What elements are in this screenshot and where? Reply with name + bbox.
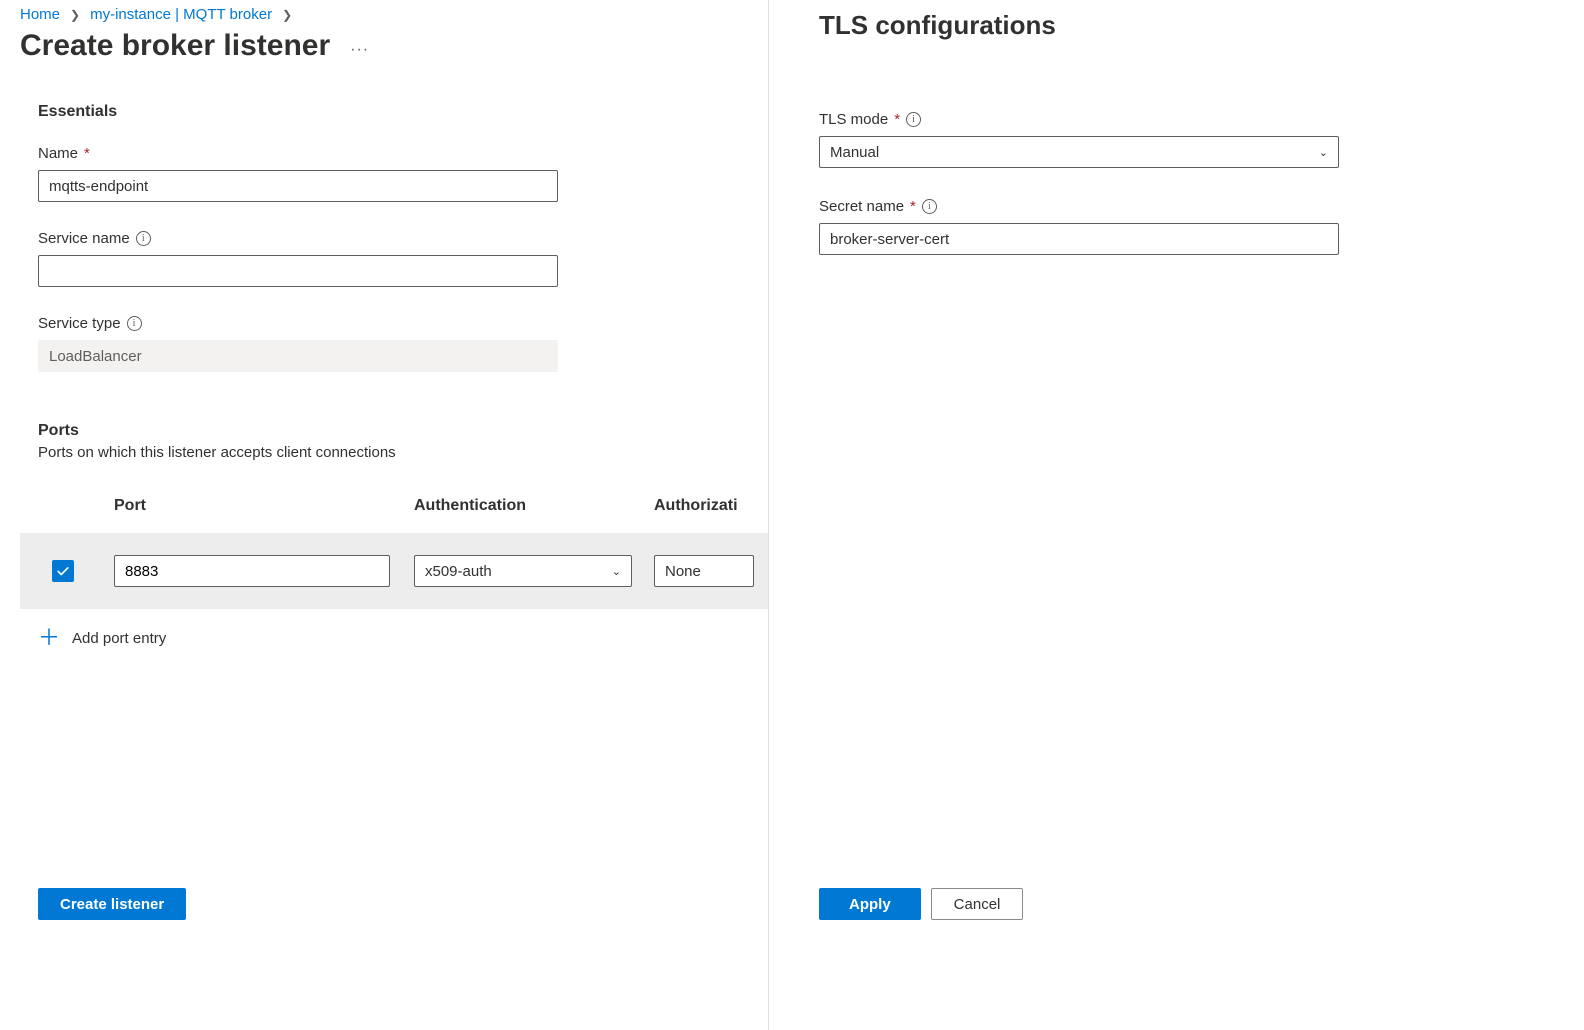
chevron-right-icon: ❯ xyxy=(282,8,292,22)
name-label: Name xyxy=(38,145,78,162)
info-icon[interactable]: i xyxy=(127,316,142,331)
secret-name-label: Secret name xyxy=(819,198,904,215)
main-panel: Home ❯ my-instance | MQTT broker ❯ Creat… xyxy=(0,0,769,1030)
ports-table-header: Port Authentication Authorizati xyxy=(38,497,738,515)
plus-icon: ＋ xyxy=(38,627,60,649)
row-checkbox[interactable] xyxy=(52,560,74,582)
tls-config-title: TLS configurations xyxy=(819,10,1544,41)
essentials-heading: Essentials xyxy=(38,103,738,121)
table-row: x509-auth ⌄ None xyxy=(20,533,768,609)
info-icon[interactable]: i xyxy=(136,231,151,246)
secret-name-input[interactable] xyxy=(819,223,1339,255)
col-port: Port xyxy=(114,497,414,515)
authorization-select[interactable]: None xyxy=(654,555,754,587)
tls-mode-label: TLS mode xyxy=(819,111,888,128)
page-title: Create broker listener xyxy=(20,29,330,63)
ports-heading: Ports xyxy=(38,422,738,440)
info-icon[interactable]: i xyxy=(906,112,921,127)
col-authorization: Authorizati xyxy=(654,497,738,515)
breadcrumb-home[interactable]: Home xyxy=(20,6,60,23)
tls-mode-value: Manual xyxy=(830,144,879,161)
chevron-right-icon: ❯ xyxy=(70,8,80,22)
col-auth: Authentication xyxy=(414,497,654,515)
service-name-input[interactable] xyxy=(38,255,558,287)
apply-button[interactable]: Apply xyxy=(819,888,921,920)
authentication-select[interactable]: x509-auth ⌄ xyxy=(414,555,632,587)
chevron-down-icon: ⌄ xyxy=(612,565,621,578)
required-marker: * xyxy=(84,145,90,162)
port-input[interactable] xyxy=(114,555,390,587)
chevron-down-icon: ⌄ xyxy=(1319,146,1328,159)
authentication-value: x509-auth xyxy=(425,563,492,580)
breadcrumb: Home ❯ my-instance | MQTT broker ❯ xyxy=(20,6,768,23)
required-marker: * xyxy=(894,111,900,128)
service-type-label: Service type xyxy=(38,315,121,332)
more-actions-icon[interactable]: ··· xyxy=(350,33,369,59)
breadcrumb-instance[interactable]: my-instance | MQTT broker xyxy=(90,6,272,23)
create-listener-button[interactable]: Create listener xyxy=(38,888,186,920)
ports-subtext: Ports on which this listener accepts cli… xyxy=(38,444,738,461)
check-icon xyxy=(56,564,70,578)
name-input[interactable] xyxy=(38,170,558,202)
service-type-input xyxy=(38,340,558,372)
add-port-entry-button[interactable]: ＋ Add port entry xyxy=(38,627,738,649)
tls-mode-select[interactable]: Manual ⌄ xyxy=(819,136,1339,168)
info-icon[interactable]: i xyxy=(922,199,937,214)
tls-config-panel: TLS configurations TLS mode * i Manual ⌄… xyxy=(769,0,1584,1030)
service-name-label: Service name xyxy=(38,230,130,247)
required-marker: * xyxy=(910,198,916,215)
authorization-value: None xyxy=(665,563,701,580)
cancel-button[interactable]: Cancel xyxy=(931,888,1024,920)
add-port-entry-label: Add port entry xyxy=(72,630,166,647)
